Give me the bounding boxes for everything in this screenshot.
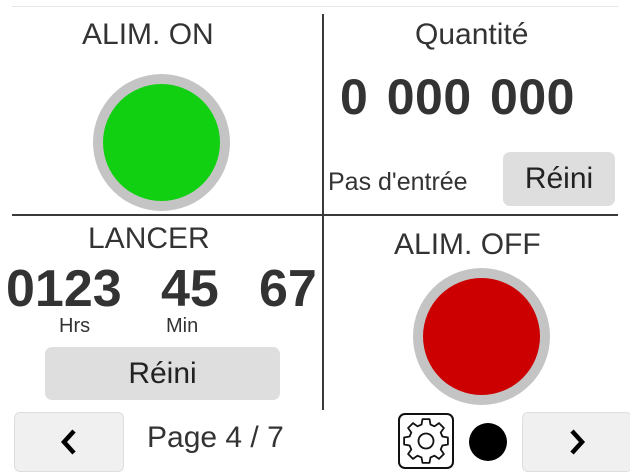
top-border [12,6,618,7]
quantity-title: Quantité [415,18,529,51]
quantity-reset-button[interactable]: Réini [503,152,615,206]
power-on-title: ALIM. ON [82,18,214,51]
horizontal-divider [12,214,618,216]
timer-seconds: 67 [259,260,317,318]
power-off-lamp [423,278,540,395]
status-indicator-dot [469,423,507,461]
page-indicator: Page 4 / 7 [147,421,284,454]
power-on-lamp [103,84,220,201]
input-step-label: Pas d'entrée [328,168,468,196]
gear-icon [398,413,454,469]
power-off-title: ALIM. OFF [394,228,541,261]
vertical-divider [322,14,324,410]
minutes-unit-label: Min [166,315,199,337]
timer-hours: 0123 [6,260,122,318]
next-page-button[interactable] [522,412,630,472]
timer-reset-button[interactable]: Réini [45,347,280,400]
run-timer-title: LANCER [88,222,210,255]
quantity-value: 0 000 000 [340,69,575,125]
settings-button[interactable] [397,412,455,470]
timer-minutes: 45 [161,260,219,318]
chevron-left-icon [60,429,76,455]
hours-unit-label: Hrs [59,315,91,337]
hmi-screen: ALIM. ON Quantité 0 000 000 Pas d'entrée… [0,0,630,472]
previous-page-button[interactable] [14,412,124,472]
chevron-right-icon [570,429,586,455]
